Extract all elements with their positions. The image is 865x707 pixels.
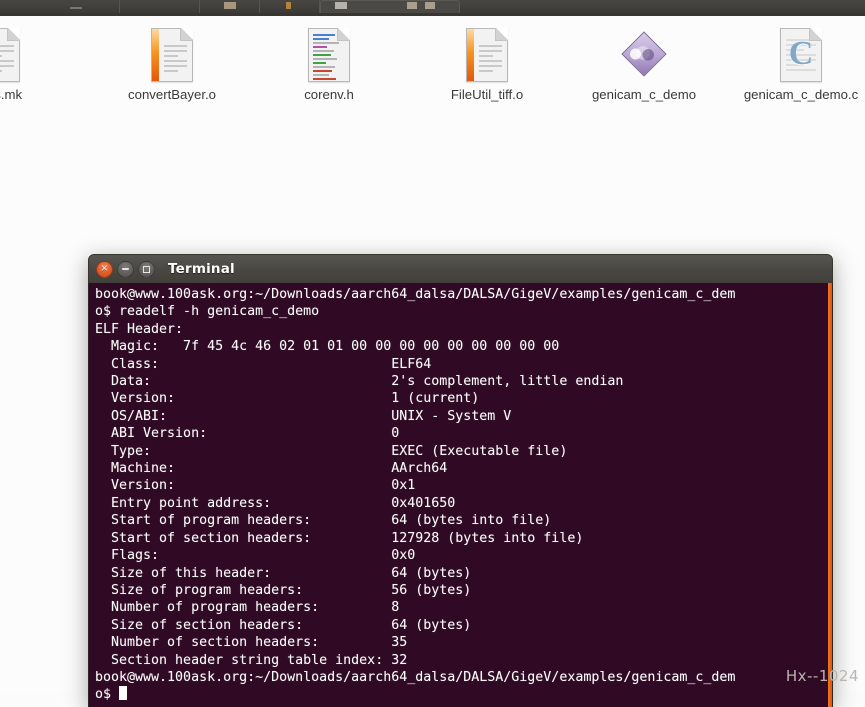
object-file-icon (422, 26, 552, 82)
close-glyph: × (100, 263, 109, 274)
desktop-icon-convertbayer-o[interactable]: convertBayer.o (107, 26, 237, 102)
desktop-icon-label: genicam_c_demo (591, 87, 697, 102)
minimize-icon[interactable] (117, 260, 134, 278)
desktop-icon-label: FileUtil_tiff.o (450, 87, 524, 102)
terminal-titlebar[interactable]: × Terminal (88, 254, 833, 283)
desktop-icon-genicam-c-demo-c[interactable]: C genicam_c_demo.c (736, 26, 865, 102)
desktop-icon-label: convertBayer.o (128, 87, 216, 102)
terminal-body[interactable]: book@www.100ask.org:~/Downloads/aarch64_… (88, 283, 833, 707)
desktop-icon-label: defs.mk (0, 87, 23, 102)
desktop-icon-genicam-c-demo[interactable]: genicam_c_demo (579, 26, 709, 102)
close-icon[interactable]: × (96, 260, 113, 278)
minimize-glyph (122, 268, 129, 270)
terminal-window[interactable]: × Terminal book@www.100ask.org:~/Downloa… (88, 254, 833, 707)
window-list-item-3[interactable] (200, 0, 260, 13)
terminal-cursor (119, 686, 128, 701)
window-list-item-4[interactable] (260, 0, 320, 13)
object-file-icon (107, 26, 237, 82)
desktop-icon-label: corenv.h (304, 87, 354, 102)
desktop-icon-label: genicam_c_demo.c (743, 87, 859, 102)
window-thumb-icon-a (407, 2, 417, 9)
window-list-item-5-active[interactable] (320, 0, 460, 13)
desktop-icon-fileutil-tiff-o[interactable]: FileUtil_tiff.o (422, 26, 552, 102)
top-panel (0, 0, 865, 16)
desktop-icon-corenv-h[interactable]: corenv.h (264, 26, 394, 102)
document-icon (224, 2, 236, 9)
desktop-icon-defs-mk[interactable]: defs.mk (0, 26, 64, 102)
maximize-icon[interactable] (138, 260, 155, 278)
c-source-icon: C (736, 26, 865, 82)
desktop-area[interactable]: defs.mk convertBayer.o (0, 16, 865, 707)
terminal-output: book@www.100ask.org:~/Downloads/aarch64_… (95, 287, 736, 703)
window-list-item-2[interactable] (120, 0, 200, 13)
window-thumb-icon-b (425, 2, 435, 9)
window-list-strip (0, 0, 865, 13)
scrollbar-thumb[interactable] (828, 283, 832, 707)
header-source-icon (264, 26, 394, 82)
file-icon (286, 2, 291, 9)
terminal-icon (335, 2, 347, 9)
minimized-window-icon (70, 7, 82, 9)
executable-binary-icon (579, 26, 709, 82)
text-document-icon (0, 26, 64, 82)
terminal-scrollbar[interactable] (828, 283, 832, 707)
terminal-title: Terminal (168, 261, 235, 277)
watermark-label: Hx--1024 (785, 667, 859, 685)
window-list-item-1[interactable] (40, 0, 120, 13)
maximize-glyph (143, 265, 150, 273)
